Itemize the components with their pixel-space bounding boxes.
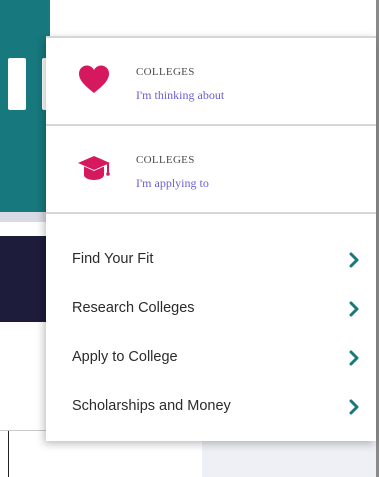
background-teal-banner xyxy=(0,0,50,222)
list-card-title[interactable]: I'm thinking about xyxy=(136,88,224,103)
list-card-title[interactable]: I'm applying to xyxy=(136,176,209,191)
list-card-eyebrow: COLLEGES xyxy=(136,66,195,78)
nav-item-scholarships-and-money[interactable]: Scholarships and Money xyxy=(46,385,376,434)
page-header-area xyxy=(44,0,376,36)
nav-item-label: Apply to College xyxy=(72,349,178,365)
heart-icon xyxy=(76,62,112,98)
nav-item-find-your-fit[interactable]: Find Your Fit xyxy=(46,238,376,287)
chevron-right-icon xyxy=(348,399,360,415)
nav-item-label: Research Colleges xyxy=(72,300,195,316)
chevron-right-icon xyxy=(348,252,360,268)
chevron-right-icon xyxy=(348,301,360,317)
nav-item-label: Scholarships and Money xyxy=(72,398,231,414)
list-card-thinking-about[interactable]: COLLEGES I'm thinking about xyxy=(46,38,376,126)
nav-menu: Find Your Fit Research Colleges Apply to… xyxy=(46,238,376,434)
graduation-cap-icon xyxy=(76,150,112,186)
background-divider xyxy=(0,212,50,222)
nav-item-apply-to-college[interactable]: Apply to College xyxy=(46,336,376,385)
list-card-applying-to[interactable]: COLLEGES I'm applying to xyxy=(46,126,376,214)
nav-item-label: Find Your Fit xyxy=(72,251,154,267)
background-navy-section xyxy=(0,236,50,322)
list-card-eyebrow: COLLEGES xyxy=(136,154,195,166)
background-search-box[interactable] xyxy=(8,58,26,110)
colleges-dropdown-menu: COLLEGES I'm thinking about COLLEGES I'm… xyxy=(46,36,376,441)
chevron-right-icon xyxy=(348,350,360,366)
nav-item-research-colleges[interactable]: Research Colleges xyxy=(46,287,376,336)
background-edge-line xyxy=(8,431,9,477)
